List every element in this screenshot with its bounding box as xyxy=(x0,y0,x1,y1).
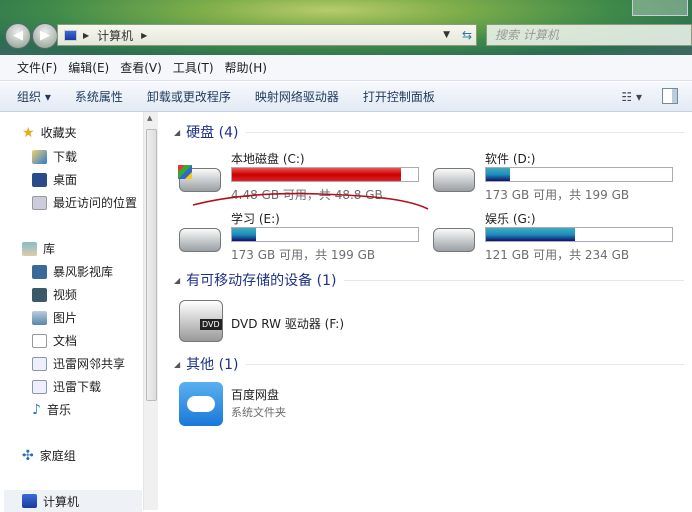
scrollbar-thumb[interactable] xyxy=(146,129,157,401)
recent-places-icon xyxy=(32,195,47,210)
group-other[interactable]: ◢ 其他 (1) xyxy=(174,354,684,374)
address-dropdown-icon[interactable]: ▼ xyxy=(443,30,450,40)
menu-edit[interactable]: 编辑(E) xyxy=(68,59,109,76)
library-folder-icon xyxy=(32,356,47,371)
menu-help[interactable]: 帮助(H) xyxy=(225,59,267,76)
uninstall-program-button[interactable]: 卸载或更改程序 xyxy=(147,88,231,105)
breadcrumb-computer[interactable]: 计算机 xyxy=(97,27,133,44)
menu-bar: 文件(F) 编辑(E) 查看(V) 工具(T) 帮助(H) xyxy=(0,55,692,81)
sidebar-libraries[interactable]: 库 xyxy=(22,240,55,257)
open-control-panel-button[interactable]: 打开控制面板 xyxy=(363,88,435,105)
sidebar-item-desktop[interactable]: 桌面 xyxy=(32,171,77,188)
sidebar-item-recent[interactable]: 最近访问的位置 xyxy=(32,194,137,211)
download-folder-icon xyxy=(32,149,47,164)
collapse-icon: ◢ xyxy=(174,275,181,285)
organize-button[interactable]: 组织 ▾ xyxy=(17,88,51,105)
star-icon: ★ xyxy=(22,124,35,141)
collapse-icon: ◢ xyxy=(174,359,181,369)
back-button[interactable]: ◀ xyxy=(5,23,31,49)
command-bar: 组织 ▾ 系统属性 卸载或更改程序 映射网络驱动器 打开控制面板 ☷ ▾ xyxy=(0,82,692,112)
computer-icon xyxy=(22,494,37,508)
sidebar-homegroup[interactable]: ✣ 家庭组 xyxy=(22,447,76,464)
computer-icon xyxy=(64,29,77,41)
menu-view[interactable]: 查看(V) xyxy=(120,59,162,76)
refresh-icon[interactable]: ⇆ xyxy=(462,28,472,42)
menu-file[interactable]: 文件(F) xyxy=(17,59,57,76)
window-controls[interactable] xyxy=(632,0,688,16)
sidebar-item-videos[interactable]: 视频 xyxy=(32,286,77,303)
dvd-drive[interactable]: DVD DVD RW 驱动器 (F:) xyxy=(179,300,429,345)
group-removable-storage[interactable]: ◢ 有可移动存储的设备 (1) xyxy=(174,270,684,290)
map-network-drive-button[interactable]: 映射网络驱动器 xyxy=(255,88,339,105)
preview-pane-icon[interactable] xyxy=(662,88,678,104)
sidebar-favorites[interactable]: ★ 收藏夹 xyxy=(22,124,77,141)
search-input[interactable]: 搜索 计算机 xyxy=(486,24,692,46)
scroll-up-icon[interactable]: ▲ xyxy=(147,114,152,122)
sidebar-item-baofeng[interactable]: 暴风影视库 xyxy=(32,263,113,280)
content-pane: ◢ 硬盘 (4) 本地磁盘 (C:) 4.48 GB 可用，共 48.8 GB 软… xyxy=(160,112,692,510)
back-arrow-icon: ◀ xyxy=(13,28,23,43)
system-properties-button[interactable]: 系统属性 xyxy=(75,88,123,105)
change-view-icon[interactable]: ☷ ▾ xyxy=(621,90,642,104)
red-annotation-underline xyxy=(192,192,429,210)
title-bar: ◀ ▶ ▶ 计算机 ▶ ▼ ⇆ 搜索 计算机 xyxy=(0,0,692,55)
dvd-drive-icon: DVD xyxy=(179,300,223,342)
desktop-icon xyxy=(32,172,47,187)
sidebar-item-xunlei-share[interactable]: 迅雷网邻共享 xyxy=(32,355,125,372)
sidebar-item-pictures[interactable]: 图片 xyxy=(32,309,77,326)
homegroup-icon: ✣ xyxy=(22,447,34,464)
sidebar-item-music[interactable]: ♪ 音乐 xyxy=(32,401,71,418)
baidu-netdisk-icon xyxy=(179,382,223,426)
sidebar-item-xunlei-download[interactable]: 迅雷下载 xyxy=(32,378,101,395)
forward-arrow-icon: ▶ xyxy=(40,28,50,43)
forward-button[interactable]: ▶ xyxy=(32,23,58,49)
sidebar-item-downloads[interactable]: 下载 xyxy=(32,148,77,165)
sidebar-computer[interactable]: 计算机 xyxy=(4,490,142,512)
menu-tools[interactable]: 工具(T) xyxy=(173,59,214,76)
address-bar[interactable]: ▶ 计算机 ▶ ▼ ⇆ xyxy=(57,24,477,46)
video-icon xyxy=(32,287,47,302)
sidebar-item-documents[interactable]: 文档 xyxy=(32,332,77,349)
library-folder-icon xyxy=(32,379,47,394)
sidebar-scrollbar[interactable]: ▲ xyxy=(143,112,158,510)
video-library-icon xyxy=(32,264,47,279)
breadcrumb-arrow-icon: ▶ xyxy=(141,30,148,40)
document-icon xyxy=(32,333,47,348)
navigation-pane: ★ 收藏夹 下载 桌面 最近访问的位置 库 暴风影视库 视频 图片 文档 迅雷网邻… xyxy=(0,112,158,512)
music-icon: ♪ xyxy=(32,401,41,418)
breadcrumb-arrow-icon: ▶ xyxy=(83,30,90,40)
library-icon xyxy=(22,241,37,256)
picture-icon xyxy=(32,310,47,325)
baidu-netdisk[interactable]: 百度网盘 系统文件夹 xyxy=(179,380,429,430)
